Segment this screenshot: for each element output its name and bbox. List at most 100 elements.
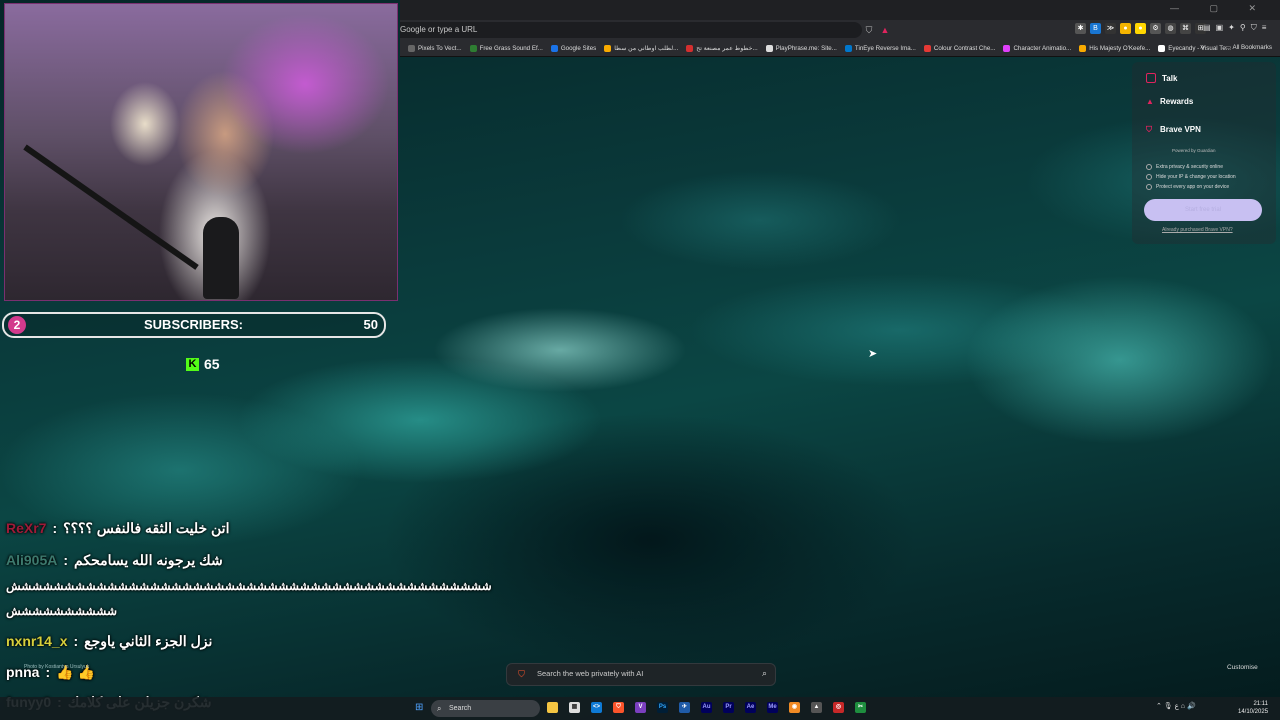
bookmark-favicon-icon	[686, 44, 694, 52]
media-encoder-icon[interactable]: Me	[767, 702, 778, 713]
bookmark-label: خطوط عمر مصنعة تح...	[696, 44, 758, 52]
mic-arm	[23, 144, 199, 270]
bookmark-item[interactable]: Colour Contrast Che...	[923, 44, 996, 52]
bookmark-favicon-icon	[1079, 44, 1087, 52]
windows-taskbar: ⊞ ⌕ Search ▦ <> ⛉ V Ps ✈ Au Pr Ae Me ◉ ▲…	[0, 697, 1280, 720]
vpn-icon[interactable]: ⚲	[1240, 23, 1246, 33]
talk-item[interactable]: Talk	[1146, 73, 1177, 83]
audition-icon[interactable]: Au	[701, 702, 712, 713]
bookmark-item[interactable]: Eyecandy - Visual Te...	[1158, 44, 1231, 52]
extension-icon[interactable]: ⚙	[1150, 23, 1161, 34]
extension-icon[interactable]: ●	[1120, 23, 1131, 34]
bookmark-item[interactable]: TinEye Reverse Ima...	[844, 44, 916, 52]
bookmark-favicon-icon	[408, 44, 415, 52]
vpn-item[interactable]: ⛉ Brave VPN	[1146, 125, 1201, 134]
sidebar-icon[interactable]: ▤	[1203, 23, 1211, 33]
customise-button[interactable]: Customise	[1227, 664, 1258, 671]
visual-studio-icon[interactable]: V	[635, 702, 646, 713]
extension-icon[interactable]: ●	[1135, 23, 1146, 34]
chat-separator: :	[52, 520, 58, 536]
webcam-feed	[4, 3, 398, 301]
bookmark-favicon-icon	[923, 44, 931, 52]
photo-credit[interactable]: Photo by Kostiantyn Ursulyuk	[24, 664, 89, 670]
menu-icon[interactable]: ≡	[1262, 23, 1267, 33]
subscriber-goal-bar: 2 SUBSCRIBERS: 50	[2, 312, 386, 338]
chat-username: ReXr7	[6, 520, 47, 536]
after-effects-icon[interactable]: Ae	[745, 702, 756, 713]
vpn-feature-text: Extra privacy & security online	[1156, 164, 1223, 170]
address-bar[interactable]: Google or type a URL	[400, 22, 862, 38]
store-icon[interactable]: ▦	[569, 702, 580, 713]
vpn-feature: Hide your IP & change your location	[1146, 174, 1236, 180]
bookmarks-bar: Pixels To Vect... Free Grass Sound Ef... G…	[400, 40, 1280, 57]
puzzle-icon[interactable]: ⌘	[1180, 23, 1191, 34]
brave-rewards-icon[interactable]: ▲	[879, 24, 891, 36]
bookmark-item[interactable]: لطلب اوطاني من سطا...	[604, 44, 678, 52]
app-icon[interactable]: ✂	[855, 702, 866, 713]
vpn-feature-text: Protect every app on your device	[1156, 184, 1230, 190]
extension-icon[interactable]: ◍	[1165, 23, 1176, 34]
bookmark-item[interactable]: خطوط عمر مصنعة تح...	[686, 44, 758, 52]
ai-search-box[interactable]: ⛉ Search the web privately with AI ⌕	[506, 663, 776, 686]
extension-icon[interactable]: ≫	[1105, 23, 1116, 34]
folder-icon: ▭	[1225, 44, 1232, 51]
photoshop-icon[interactable]: Ps	[657, 702, 668, 713]
all-bookmarks-link[interactable]: ▭ All Bookmarks	[1225, 44, 1272, 51]
brave-logo-icon: ⛉	[518, 669, 525, 679]
bookmark-item[interactable]: PlayPhrase.me: Site...	[765, 44, 837, 52]
talk-label: Talk	[1162, 73, 1178, 83]
system-tray[interactable]: ⌃ 🎙 ع ⌂ 🔊	[1156, 702, 1196, 710]
bookmark-favicon-icon	[1158, 44, 1166, 52]
vpn-purchased-link[interactable]: Already purchased Brave VPN?	[1162, 227, 1233, 233]
vscode-icon[interactable]: <>	[591, 702, 602, 713]
bookmarks-overflow-icon[interactable]: »	[1200, 42, 1204, 51]
bookmark-item[interactable]: Character Animatio...	[1003, 44, 1071, 52]
chat-message: شششششششششش	[6, 604, 129, 618]
chat-separator: :	[73, 633, 79, 649]
vpn-trial-button[interactable]: Start free trial	[1144, 199, 1262, 221]
file-explorer-icon[interactable]	[547, 702, 558, 713]
subscriber-label: SUBSCRIBERS:	[144, 317, 243, 332]
clock-date: 14/10/2025	[1238, 709, 1269, 715]
extension-icon[interactable]: B	[1090, 23, 1101, 34]
premiere-icon[interactable]: Pr	[723, 702, 734, 713]
subscriber-count: 2	[8, 316, 26, 334]
window-controls[interactable]: — ▢ ✕	[1170, 3, 1270, 14]
bookmark-favicon-icon	[604, 44, 612, 52]
chat-text: نزل الجزء الثاني ياوجع	[84, 633, 213, 649]
bookmark-item[interactable]: Free Grass Sound Ef...	[469, 44, 543, 52]
shield-icon[interactable]: ⛉	[1251, 23, 1257, 33]
chat-message: nxnr14_x: نزل الجزء الثاني ياوجع	[6, 633, 212, 650]
leo-icon[interactable]: ✦	[1228, 23, 1235, 33]
taskbar-search[interactable]: ⌕ Search	[431, 700, 540, 717]
bookmark-icon[interactable]: ✱	[1075, 23, 1086, 34]
search-icon[interactable]: ⌕	[762, 668, 767, 679]
chat-text: شششششششششششششششششششششششششششششششششششششششش…	[6, 579, 492, 593]
vpn-feature: Extra privacy & security online	[1146, 164, 1223, 170]
app-icon[interactable]: ◎	[833, 702, 844, 713]
app-icon[interactable]: ✈	[679, 702, 690, 713]
wallet-icon[interactable]: ▣	[1216, 23, 1224, 33]
chat-message: ReXr7: اتن خليت الثقه فالنفس ؟؟؟؟	[6, 520, 229, 537]
bookmark-item[interactable]: Pixels To Vect...	[408, 44, 462, 52]
brave-browser-icon[interactable]: ⛉	[613, 702, 624, 713]
vpn-powered-by: Powered by Guardian	[1172, 148, 1216, 153]
bookmark-label: Colour Contrast Che...	[933, 44, 996, 52]
bookmark-label: Free Grass Sound Ef...	[479, 44, 543, 52]
mouse-cursor-icon: ➤	[868, 348, 878, 360]
rewards-icon: ▲	[1146, 96, 1154, 106]
bookmark-item[interactable]: His Majesty O'Keefe...	[1079, 44, 1150, 52]
address-placeholder: Google or type a URL	[400, 25, 478, 34]
kick-icon: K	[186, 357, 199, 371]
brave-shields-icon[interactable]: ⛉	[863, 24, 875, 36]
windows-start-icon[interactable]: ⊞	[415, 702, 426, 713]
blender-icon[interactable]: ◉	[789, 702, 800, 713]
rewards-item[interactable]: ▲ Rewards	[1146, 97, 1193, 106]
taskbar-clock[interactable]: 21:11 14/10/2025	[1238, 700, 1268, 716]
chat-separator: :	[63, 552, 69, 568]
ai-search-placeholder: Search the web privately with AI	[537, 669, 644, 678]
app-icon[interactable]: ▲	[811, 702, 822, 713]
bookmark-item[interactable]: Google Sites	[550, 44, 596, 52]
chat-text: اتن خليت الثقه فالنفس ؟؟؟؟	[63, 520, 230, 536]
vpn-shield-icon: ⛉	[1146, 124, 1152, 134]
